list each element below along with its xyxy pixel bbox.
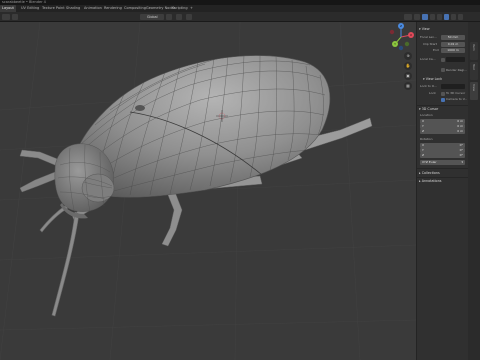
- tab-uv-editing[interactable]: UV Editing: [19, 5, 41, 12]
- cursor-location-title: Location: [420, 113, 433, 117]
- sidebar-panel: ▾ View Focal Len... 50 mm Clip Start 0.0…: [416, 22, 469, 360]
- local-camera-checkbox[interactable]: [441, 57, 445, 62]
- collections-section-header[interactable]: ▸ Collections: [419, 170, 440, 176]
- camera-view-icon[interactable]: ▣: [404, 72, 412, 80]
- tab-texture-paint[interactable]: Texture Paint: [40, 5, 67, 12]
- tab-item[interactable]: Item: [470, 42, 478, 60]
- lock-to-object-field[interactable]: [441, 84, 465, 89]
- clip-start-label: Clip Start: [423, 42, 437, 46]
- tab-scripting[interactable]: Scripting: [170, 5, 190, 12]
- beetle-head: [54, 143, 115, 219]
- clip-start-field[interactable]: 0.01 m: [441, 42, 465, 47]
- rotation-mode-dropdown[interactable]: XYZ Euler ▾: [420, 160, 465, 165]
- 3d-cursor-section-header[interactable]: ▾ 3D Cursor: [419, 106, 438, 112]
- tab-animation[interactable]: Animation: [82, 5, 104, 12]
- orientation-label: Global: [147, 15, 158, 19]
- lock-to-object-label: Lock to O...: [420, 84, 437, 88]
- xray-toggle[interactable]: [430, 14, 435, 20]
- zoom-icon[interactable]: ⊕: [404, 52, 412, 60]
- clip-end-text: End: [433, 48, 439, 52]
- workspace-tab-bar: Layout UV Editing Texture Paint Shading …: [0, 5, 480, 12]
- view-lock-header[interactable]: ▾ View Lock: [423, 76, 442, 82]
- cursor-rotation-title: Rotation: [420, 137, 433, 141]
- cursor-location-z-field[interactable]: Z0 m: [420, 129, 465, 134]
- mode-menu[interactable]: [12, 14, 18, 20]
- view-section-header[interactable]: ▾ View: [419, 26, 430, 32]
- tab-rendering[interactable]: Rendering: [102, 5, 124, 12]
- perspective-toggle-icon[interactable]: ▦: [404, 82, 412, 90]
- 3d-viewport[interactable]: [0, 22, 416, 360]
- editor-type-menu[interactable]: [2, 14, 10, 20]
- chevron-down-icon: ▾: [461, 160, 463, 164]
- local-camera-label: Local Ca...: [420, 57, 436, 61]
- proportional-edit-toggle[interactable]: [186, 14, 192, 20]
- clip-end-field[interactable]: 1000 m: [441, 48, 465, 53]
- shading-wireframe[interactable]: [437, 14, 442, 20]
- snap-toggle[interactable]: [176, 14, 182, 20]
- add-workspace-button[interactable]: +: [188, 5, 195, 12]
- pan-hand-icon[interactable]: ✋: [404, 62, 412, 70]
- shading-rendered[interactable]: [458, 14, 463, 20]
- local-camera-field[interactable]: [446, 57, 465, 62]
- gizmo-toggle[interactable]: [414, 14, 420, 20]
- to-3d-cursor-checkbox[interactable]: [441, 91, 445, 96]
- tab-view[interactable]: View: [470, 82, 478, 100]
- focal-length-field[interactable]: 50 mm: [441, 35, 465, 40]
- render-region-label: Render Regi...: [446, 67, 468, 72]
- cursor-rotation-z-field[interactable]: Z 0°: [420, 153, 465, 158]
- beetle-scutellum: [135, 105, 145, 111]
- tab-tool[interactable]: Tool: [470, 62, 478, 80]
- beetle-antennae: [39, 204, 80, 317]
- to-3d-cursor-label: To 3D Cursor: [446, 91, 466, 95]
- camera-to-view-label: Camera to V...: [446, 97, 468, 101]
- tab-layout[interactable]: Layout: [0, 5, 16, 12]
- axis-x-label: X: [410, 33, 412, 37]
- tab-shading[interactable]: Shading: [64, 5, 82, 12]
- lock-label: Lock: [429, 91, 436, 95]
- annotations-section-header[interactable]: ▸ Annotations: [419, 178, 442, 184]
- shading-solid[interactable]: [444, 14, 449, 20]
- axis-y-label: Y: [394, 42, 396, 46]
- navigation-gizmo[interactable]: X Y Z ⊕ ✋ ▣ ▦: [386, 22, 416, 90]
- render-region-checkbox[interactable]: [441, 68, 445, 72]
- pivot-point-menu[interactable]: [166, 14, 172, 20]
- viewport-header: Global Options: [0, 12, 480, 29]
- focal-length-label: Focal Len...: [420, 35, 437, 39]
- overlay-toggle[interactable]: [422, 14, 428, 20]
- visibility-menu[interactable]: [404, 14, 412, 20]
- shading-material[interactable]: [451, 14, 456, 20]
- camera-to-view-checkbox[interactable]: [441, 97, 445, 102]
- axis-z-label: Z: [400, 24, 402, 28]
- sidebar-tab-strip: Item Tool View: [468, 22, 480, 360]
- divider: [417, 168, 469, 169]
